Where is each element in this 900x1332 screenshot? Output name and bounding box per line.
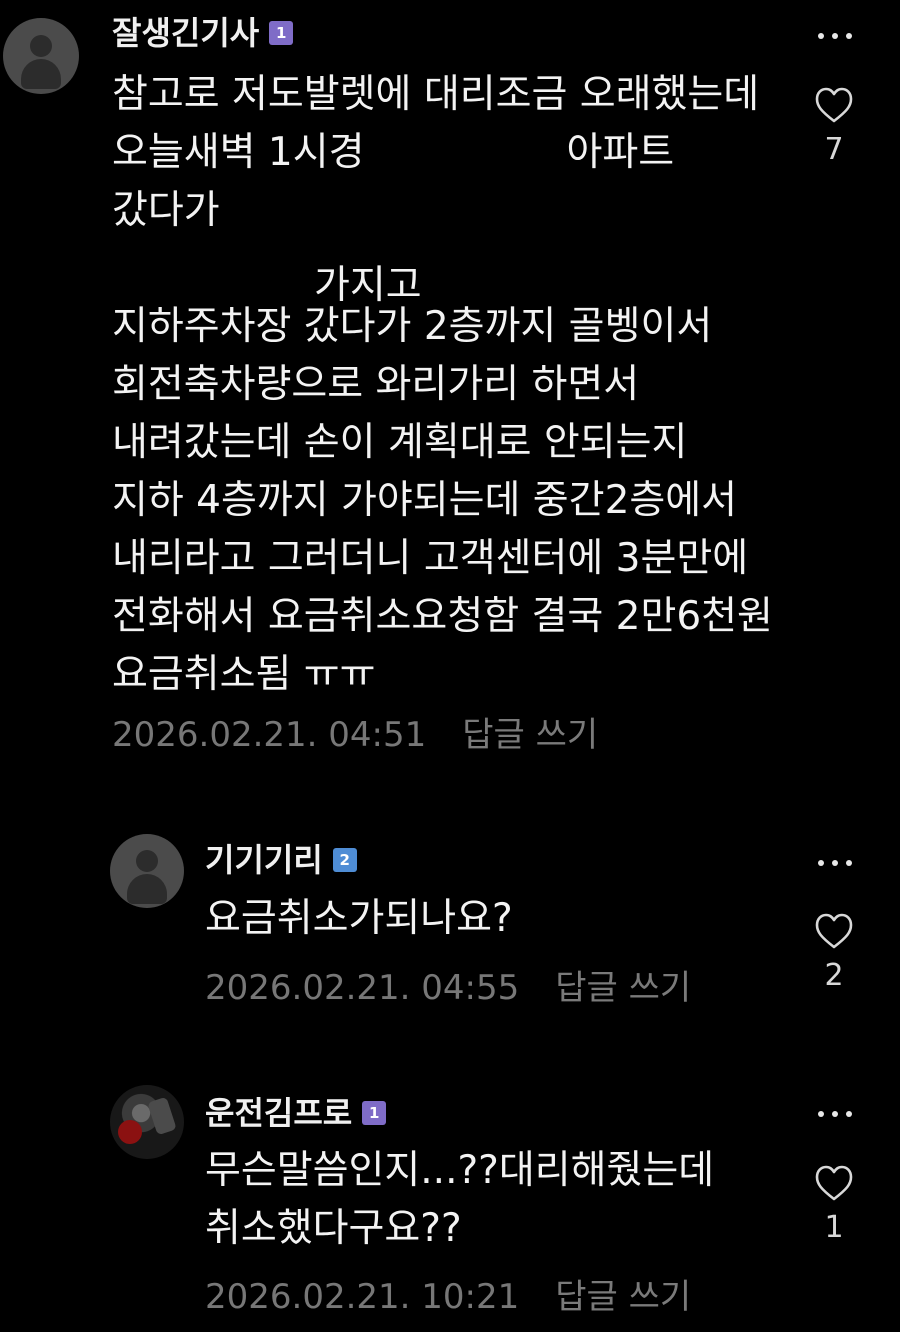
comment-line: 내려갔는데 손이 계획대로 안되는지 xyxy=(112,420,688,465)
username[interactable]: 기기기리 xyxy=(205,844,323,876)
like-count: 2 xyxy=(824,958,844,993)
more-dot xyxy=(846,860,852,866)
avatar-icon[interactable] xyxy=(110,1085,184,1159)
comment-header: 잘생긴기사 1 xyxy=(112,17,294,49)
more-icon[interactable] xyxy=(818,29,852,43)
comment-line: 취소했다구요?? xyxy=(205,1206,462,1251)
comment-text: 무슨말씀인지...??대리해줬는데 취소했다구요?? xyxy=(205,1142,714,1258)
reply-button[interactable]: 답글 쓰기 xyxy=(555,971,691,1005)
comment-line: 회전축차량으로 와리가리 하면서 xyxy=(112,362,640,407)
comment-header: 기기기리 2 xyxy=(205,844,357,876)
comment-line: 전화해서 요금취소요청함 결국 2만6천원 xyxy=(112,594,773,639)
more-dot xyxy=(832,33,838,39)
more-icon[interactable] xyxy=(818,1107,852,1121)
reply-button[interactable]: 답글 쓰기 xyxy=(462,718,598,752)
comment-line: 가지고 xyxy=(112,240,773,308)
avatar-body xyxy=(21,59,61,89)
comment-line-part: 오늘새벽 1시경 xyxy=(112,130,365,175)
comment-meta: 2026.02.21. 04:55 답글 쓰기 xyxy=(205,971,691,1005)
comment-line: 무슨말씀인지...??대리해줬는데 xyxy=(205,1148,715,1193)
timestamp: 2026.02.21. 04:51 xyxy=(112,715,427,755)
level-badge: 1 xyxy=(362,1101,387,1125)
heart-icon xyxy=(815,1165,853,1201)
more-dot xyxy=(846,1111,852,1117)
like-count: 7 xyxy=(824,132,844,167)
avatar-head xyxy=(30,35,52,57)
heart-icon xyxy=(815,913,853,949)
comment-line: 참고로 저도발렛에 대리조금 오래했는데 xyxy=(112,72,760,117)
comment-line: 지하 4층까지 가야되는데 중간2층에서 xyxy=(112,478,738,523)
username[interactable]: 운전김프로 xyxy=(205,1097,352,1129)
comment-meta: 2026.02.21. 10:21 답글 쓰기 xyxy=(205,1280,691,1314)
comment-item-3: 운전김프로 1 1 무슨말씀인지...??대리해줬는데 취소했다구요?? 202… xyxy=(0,1076,900,1332)
more-dot xyxy=(832,860,838,866)
comment-meta: 2026.02.21. 04:51 답글 쓰기 xyxy=(112,718,598,752)
heart-icon xyxy=(815,87,853,123)
username[interactable]: 잘생긴기사 xyxy=(112,17,259,49)
comment-line: 요금취소됨 ㅠㅠ xyxy=(112,652,376,697)
comment-line-part: 아파트 xyxy=(566,130,675,175)
comment-line: 지하주차장 갔다가 2층까지 골벵이서 xyxy=(112,304,713,349)
comment-text: 요금취소가되나요? xyxy=(205,890,513,948)
avatar-body xyxy=(127,874,167,904)
like-button[interactable]: 7 xyxy=(810,86,858,165)
comment-text: 참고로 저도발렛에 대리조금 오래했는데 오늘새벽 1시경 아파트 갔다가 가지고… xyxy=(112,66,773,704)
more-dot xyxy=(832,1111,838,1117)
timestamp: 2026.02.21. 10:21 xyxy=(205,1277,520,1317)
more-dot xyxy=(818,1111,824,1117)
redacted-area xyxy=(112,240,310,298)
comment-line: 내리라고 그러더니 고객센터에 3분만에 xyxy=(112,536,749,581)
comment-line: 갔다가 xyxy=(112,188,220,233)
level-badge: 2 xyxy=(332,848,357,872)
more-dot xyxy=(846,33,852,39)
comment-item-2: 기기기리 2 2 요금취소가되나요? 2026.02.21. 04:55 답글 … xyxy=(0,820,900,1040)
comment-line: 요금취소가되나요? xyxy=(205,896,513,941)
timestamp: 2026.02.21. 04:55 xyxy=(205,968,520,1008)
avatar-icon[interactable] xyxy=(110,834,184,908)
level-badge: 1 xyxy=(269,21,294,45)
like-count: 1 xyxy=(824,1210,844,1245)
comment-item-1: 잘생긴기사 1 7 참고로 저도발렛에 대리조금 오래했는데 오늘새벽 1시경 아… xyxy=(0,0,900,780)
avatar-icon[interactable] xyxy=(3,18,79,94)
comment-header: 운전김프로 1 xyxy=(205,1097,387,1129)
avatar-head xyxy=(136,850,158,872)
reply-button[interactable]: 답글 쓰기 xyxy=(555,1280,691,1314)
more-dot xyxy=(818,860,824,866)
more-dot xyxy=(818,33,824,39)
like-button[interactable]: 1 xyxy=(810,1164,858,1243)
redacted-area xyxy=(368,124,567,182)
like-button[interactable]: 2 xyxy=(810,912,858,991)
comment-line: 오늘새벽 1시경 아파트 xyxy=(112,124,773,182)
more-icon[interactable] xyxy=(818,856,852,870)
